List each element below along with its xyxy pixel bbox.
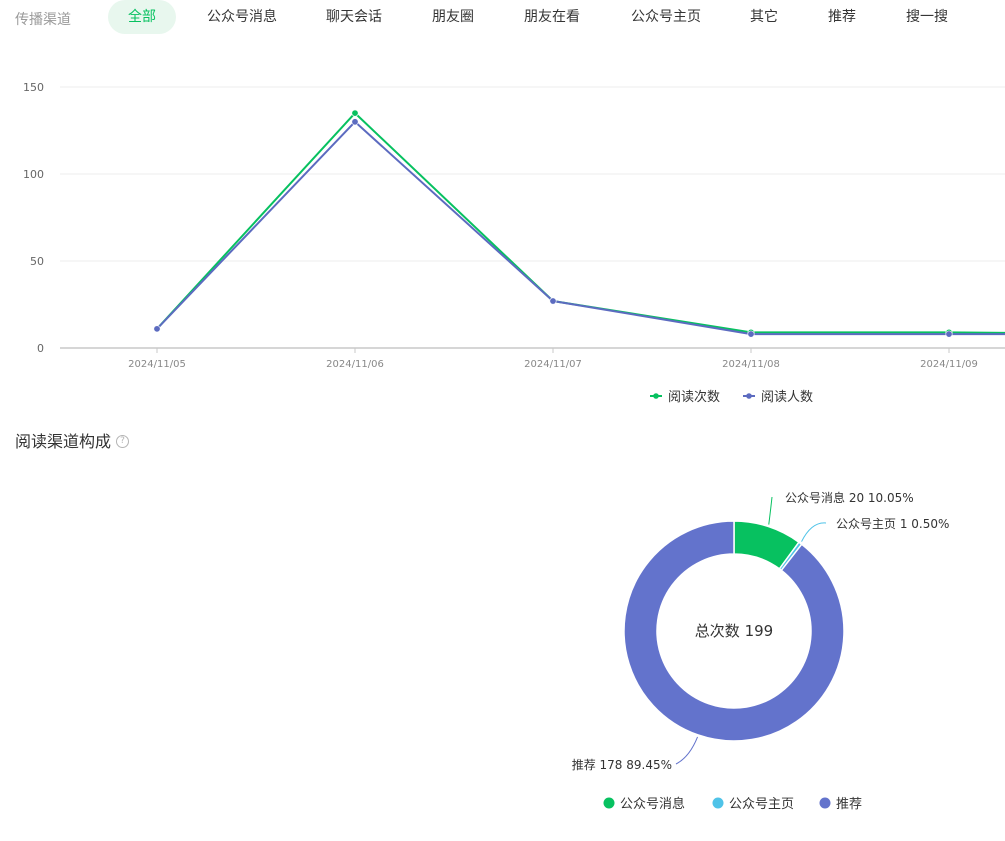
data-point[interactable] [549,297,557,305]
series-line [156,120,1005,336]
x-tick-label: 2024/11/08 [722,359,780,370]
question-circle-icon[interactable]: ? [116,434,130,448]
y-tick-label: 50 [30,255,44,268]
slice-label: 公众号消息 20 10.05% [785,490,914,505]
legend-item-0[interactable]: 阅读次数 [650,389,720,405]
legend-label: 公众号主页 [729,797,794,812]
series-1 [153,118,1005,338]
legend-dot [819,797,831,809]
x-tick-label: 2024/11/05 [128,359,186,370]
x-tick-label: 2024/11/06 [326,359,384,370]
y-tick-label: 100 [23,168,44,181]
label-leader-line [801,522,827,542]
reads-line-chart: 0 50 100 150 2024/11/05 2024/11/06 2024/11/07 2… [23,81,1005,405]
legend-dot [603,797,615,809]
label-leader-line [768,496,773,525]
series-line [156,111,1005,334]
legend-label: 公众号消息 [620,796,685,812]
data-point[interactable] [747,330,755,338]
channel-donut-chart: 总次数 199 公众号消息 20 10.05% 公众号主页 1 0.50% 推荐 17… [572,490,950,812]
section-title-text: 阅读渠道构成 [15,432,112,451]
pie-legend-item-1[interactable]: 公众号主页 [712,797,795,812]
slice-label: 公众号主页 1 0.50% [836,517,949,531]
x-tick-label: 2024/11/09 [920,359,978,370]
legend-label: 阅读次数 [668,389,720,405]
y-tick-label: 150 [23,81,44,94]
series-0 [153,109,1005,336]
data-point[interactable] [351,118,359,126]
pie-legend-item-0[interactable]: 公众号消息 [603,796,686,812]
data-point[interactable] [153,325,161,333]
y-tick-label: 0 [37,342,44,355]
donut-center-label: 总次数 199 [695,622,773,640]
legend-marker [746,393,752,399]
legend-label: 推荐 [836,797,862,812]
legend-label: 阅读人数 [761,390,813,405]
data-point[interactable] [945,330,953,338]
label-leader-line [675,736,699,765]
slice-label: 推荐 178 89.45% [572,758,672,772]
x-tick-label: 2024/11/07 [524,359,582,370]
section-title: 阅读渠道构成 ? [15,428,130,452]
pie-legend-item-2[interactable]: 推荐 [819,797,863,812]
data-point[interactable] [351,109,359,117]
legend-item-1[interactable]: 阅读人数 [743,390,813,405]
legend-dot [712,797,724,809]
legend-marker [653,393,659,399]
